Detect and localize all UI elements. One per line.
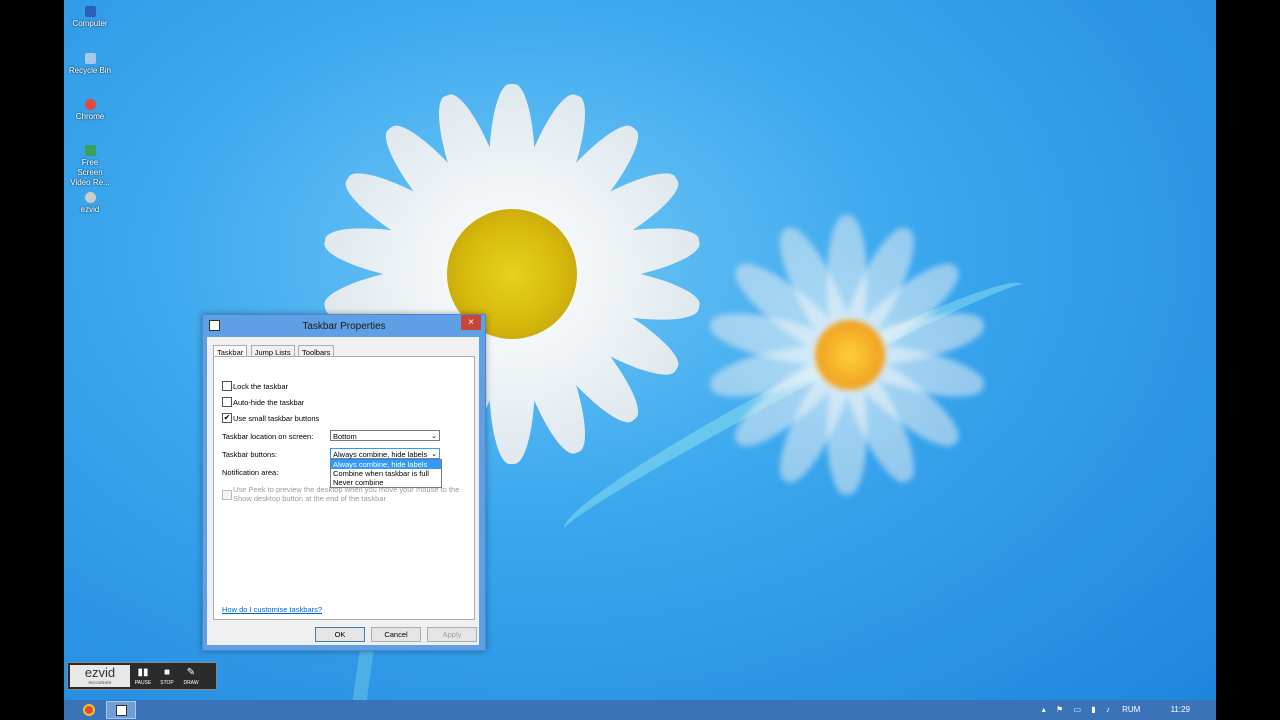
taskbar-location-select[interactable]: Bottom ⌄ xyxy=(330,430,440,441)
pause-button[interactable]: ▮▮ PAUSE xyxy=(132,666,154,686)
taskbar-buttons-value: Always combine, hide labels xyxy=(333,450,428,459)
language-indicator[interactable]: RUM xyxy=(1122,705,1140,714)
taskbar-properties-button[interactable] xyxy=(106,701,136,719)
draw-label: DRAW xyxy=(183,680,199,686)
notification-area-label: Notification area: xyxy=(222,468,279,477)
chevron-down-icon: ⌄ xyxy=(431,433,437,440)
clock[interactable]: 11:29 xyxy=(1171,705,1190,714)
small-buttons-checkbox[interactable]: ✔ xyxy=(222,413,232,423)
dialog-titlebar[interactable]: Taskbar Properties × xyxy=(203,315,485,337)
taskbar-location-value: Bottom xyxy=(333,432,357,441)
computer-icon xyxy=(84,6,96,17)
auto-hide-checkbox[interactable] xyxy=(222,397,232,407)
tab-strip: Taskbar Jump Lists Toolbars xyxy=(213,342,335,359)
desktop-icon-recorder[interactable]: Free Screen Video Re... xyxy=(64,145,125,188)
tray-arrow-icon[interactable]: ▴ xyxy=(1042,705,1046,714)
recorder-icon xyxy=(84,145,96,156)
help-link[interactable]: How do I customise taskbars? xyxy=(222,605,322,614)
ezvid-logo: ezvid RECORDER xyxy=(70,665,130,687)
taskbar-chrome-button[interactable] xyxy=(74,701,104,719)
pause-label: PAUSE xyxy=(134,680,152,686)
ok-button[interactable]: OK xyxy=(315,627,365,642)
desktop-icon-chrome[interactable]: Chrome xyxy=(64,99,125,122)
flower-center xyxy=(815,320,885,390)
chrome-icon xyxy=(83,704,95,716)
chrome-icon xyxy=(84,99,96,110)
ezvid-recorder-bar: ezvid RECORDER ▮▮ PAUSE ■ STOP ✎ DRAW xyxy=(67,662,217,690)
stop-icon: ■ xyxy=(163,667,171,678)
taskbar-buttons-label: Taskbar buttons: xyxy=(222,450,278,459)
taskbar-properties-dialog: Taskbar Properties × Taskbar Jump Lists … xyxy=(202,314,486,651)
cancel-button[interactable]: Cancel xyxy=(371,627,421,642)
stop-label: STOP xyxy=(160,680,174,686)
tab-page-taskbar: Lock the taskbar Auto-hide the taskbar ✔… xyxy=(213,356,475,620)
desktop-icon-label: Chrome xyxy=(75,112,105,121)
close-button[interactable]: × xyxy=(461,315,481,330)
volume-icon[interactable]: ♪ xyxy=(1106,705,1110,714)
desktop-icon-recycle-bin[interactable]: Recycle Bin xyxy=(64,53,125,76)
dialog-title: Taskbar Properties xyxy=(302,321,386,332)
taskbar-buttons-select[interactable]: Always combine, hide labels ⌄ xyxy=(330,448,440,459)
apply-button[interactable]: Apply xyxy=(427,627,477,642)
network-icon[interactable]: ▭ xyxy=(1073,705,1081,714)
stop-button[interactable]: ■ STOP xyxy=(156,666,178,686)
peek-label: Use Peek to preview the desktop when you… xyxy=(233,485,460,503)
desktop-icon-computer[interactable]: Computer xyxy=(64,6,125,29)
pause-icon: ▮▮ xyxy=(137,667,149,678)
recycle-bin-icon xyxy=(84,53,96,64)
flag-icon[interactable]: ⚑ xyxy=(1056,705,1063,714)
desktop-icon-label: Computer xyxy=(72,19,108,28)
peek-checkbox[interactable] xyxy=(222,490,232,500)
dialog-body: Taskbar Jump Lists Toolbars Lock the tas… xyxy=(207,337,479,645)
lock-taskbar-label: Lock the taskbar xyxy=(233,382,289,391)
system-tray: ▴ ⚑ ▭ ▮ ♪ RUM 11:29 xyxy=(1042,700,1216,720)
ezvid-icon xyxy=(84,192,96,203)
desktop-icon-label: Free Screen Video Re... xyxy=(70,158,110,187)
taskbar-buttons-dropdown: Always combine, hide labels Combine when… xyxy=(330,459,442,488)
auto-hide-label: Auto-hide the taskbar xyxy=(233,398,305,407)
draw-button[interactable]: ✎ DRAW xyxy=(180,666,202,686)
desktop-icon-label: Recycle Bin xyxy=(68,66,112,75)
ezvid-logo-text: ezvid xyxy=(84,665,116,680)
ezvid-logo-subtitle: RECORDER xyxy=(88,680,112,685)
dropdown-option[interactable]: Combine when taskbar is full xyxy=(331,469,441,478)
wifi-icon[interactable]: ▮ xyxy=(1091,705,1095,714)
taskbar-location-label: Taskbar location on screen: xyxy=(222,432,314,441)
desktop-icon-ezvid[interactable]: ezvid xyxy=(64,192,125,215)
small-buttons-label: Use small taskbar buttons xyxy=(233,414,320,423)
taskbar-properties-icon xyxy=(115,705,127,716)
pen-icon: ✎ xyxy=(186,667,196,678)
dropdown-option[interactable]: Always combine, hide labels xyxy=(331,460,441,469)
lock-taskbar-checkbox[interactable] xyxy=(222,381,232,391)
taskbar: ▴ ⚑ ▭ ▮ ♪ RUM 11:29 xyxy=(64,700,1216,720)
desktop-icon-label: ezvid xyxy=(80,205,100,214)
